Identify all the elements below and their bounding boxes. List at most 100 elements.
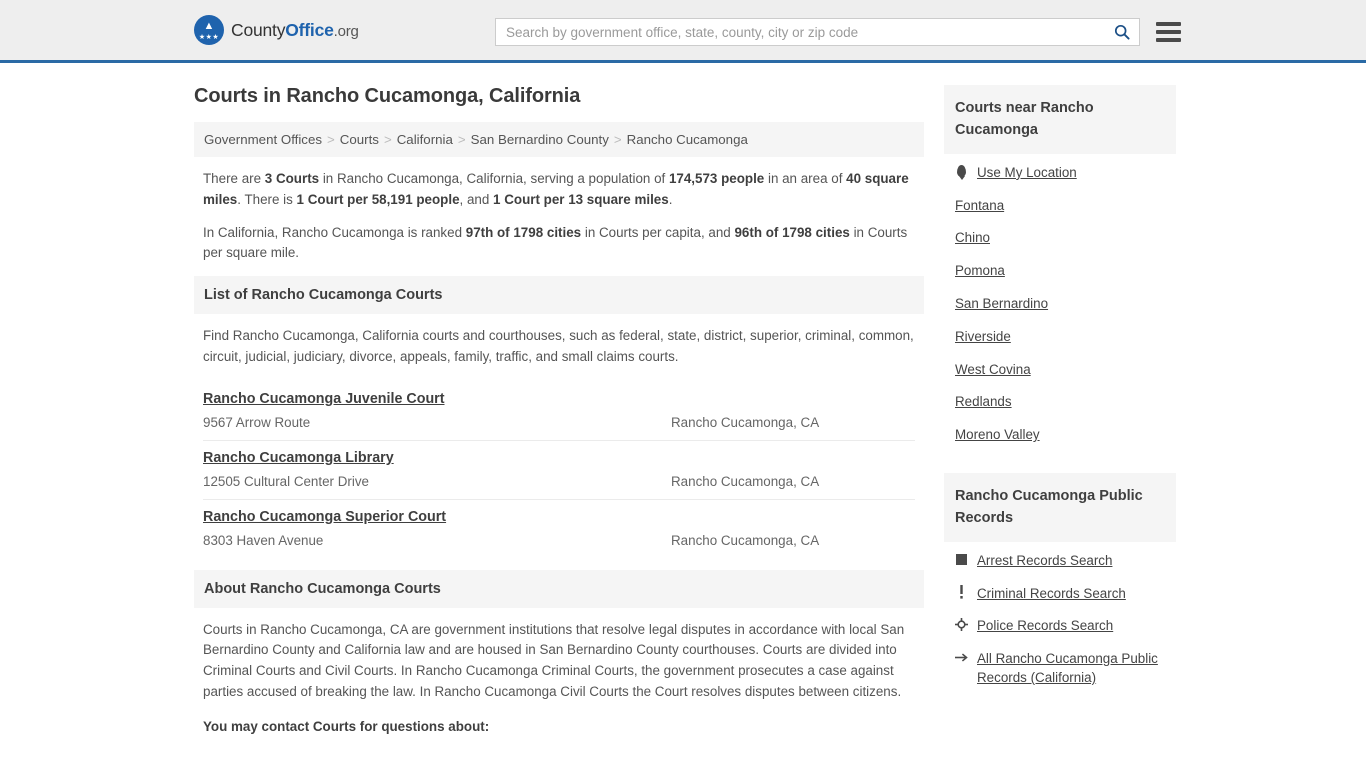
court-name-link[interactable]: Rancho Cucamonga Library [203, 450, 394, 466]
map-pin-icon [955, 164, 968, 179]
breadcrumb-item[interactable]: Rancho Cucamonga [627, 132, 748, 147]
hamburger-menu-icon[interactable] [1156, 22, 1181, 42]
court-city: Rancho Cucamonga, CA [671, 473, 820, 489]
logo-county: County [231, 19, 286, 40]
sidebar-link[interactable]: Criminal Records Search [977, 585, 1126, 604]
nearby-links: Use My Location Fontana Chino Pomona San Ber… [944, 154, 1176, 445]
sidebar-link-row: Riverside [955, 328, 1165, 347]
sidebar-link-row: Redlands [955, 393, 1165, 412]
stat-text: in Rancho Cucamonga, California, serving… [319, 171, 669, 186]
main-content: Courts in Rancho Cucamonga, California G… [194, 85, 924, 751]
stat-value: 97th of 1798 cities [465, 224, 582, 240]
about-section-heading: About Rancho Cucamonga Courts [194, 569, 924, 608]
breadcrumb-separator: > [327, 132, 335, 147]
sidebar-link-row: All Rancho Cucamonga Public Records (Cal… [955, 650, 1165, 688]
logo-text: CountyOffice.org [231, 20, 359, 41]
court-row: Rancho Cucamonga Juvenile Court 9567 Arro… [203, 382, 915, 441]
breadcrumb-separator: > [613, 132, 622, 147]
intro-paragraph-2: In California, Rancho Cucamonga is ranke… [203, 223, 915, 265]
breadcrumb-item[interactable]: Courts [340, 132, 379, 147]
sidebar-link-row: Chino [955, 229, 1165, 248]
court-city: Rancho Cucamonga, CA [671, 414, 820, 430]
logo-office: Office [285, 19, 334, 40]
sidebar-link-row: Criminal Records Search [955, 585, 1165, 604]
about-next-paragraph-clipped: You may contact Courts for questions abo… [203, 718, 490, 734]
exclamation-icon [955, 585, 968, 600]
logo-org: .org [333, 22, 359, 40]
intro-stats: There are 3 Courts in Rancho Cucamonga, … [194, 157, 924, 264]
court-meta: 9567 Arrow Route Rancho Cucamonga, CA [203, 415, 915, 430]
sidebar-link-row: Pomona [955, 262, 1165, 281]
court-address: 9567 Arrow Route [203, 414, 311, 430]
stat-text: . [668, 191, 673, 207]
intro-paragraph-1: There are 3 Courts in Rancho Cucamonga, … [203, 169, 915, 211]
sidebar-link-row: Fontana [955, 197, 1165, 216]
page-body: Courts in Rancho Cucamonga, California G… [0, 63, 1366, 751]
search-input[interactable] [504, 23, 1113, 41]
stat-value: 96th of 1798 cities [734, 224, 850, 240]
eagle-seal-icon: ▲ ★★★ [194, 15, 224, 45]
nearby-heading: Courts near Rancho Cucamonga [944, 85, 1176, 154]
list-section-description: Find Rancho Cucamonga, California courts… [203, 328, 914, 364]
page-title: Courts in Rancho Cucamonga, California [194, 85, 581, 107]
breadcrumb-separator: > [383, 132, 392, 147]
sidebar-link[interactable]: San Bernardino [955, 295, 1048, 314]
sidebar-link-row: San Bernardino [955, 295, 1165, 314]
sidebar-link[interactable]: Redlands [955, 393, 1012, 412]
sidebar-link-row: Use My Location [955, 164, 1165, 183]
sidebar-link[interactable]: Riverside [955, 328, 1011, 347]
sidebar-link[interactable]: Chino [955, 229, 990, 248]
stat-text: in Courts per capita, and [581, 224, 735, 240]
stat-text: There are [203, 171, 265, 186]
court-name-link[interactable]: Rancho Cucamonga Superior Court [203, 509, 446, 525]
breadcrumb-item[interactable]: San Bernardino County [471, 132, 609, 147]
court-row: Rancho Cucamonga Superior Court 8303 Have… [203, 500, 915, 558]
sidebar-link[interactable]: Use My Location [977, 164, 1077, 183]
sidebar-link-row: Moreno Valley [955, 426, 1165, 445]
about-paragraph: Courts in Rancho Cucamonga, CA are gover… [203, 621, 905, 699]
list-section-heading: List of Rancho Cucamonga Courts [194, 276, 924, 315]
breadcrumb-separator: > [457, 132, 466, 147]
stat-text: , and [459, 191, 494, 207]
square-icon [955, 552, 968, 567]
site-logo[interactable]: ▲ ★★★ CountyOffice.org [194, 15, 359, 45]
court-address: 12505 Cultural Center Drive [203, 473, 369, 489]
search-icon[interactable] [1113, 23, 1131, 41]
list-section-description-wrap: Find Rancho Cucamonga, California courts… [194, 314, 924, 368]
stat-value: 1 Court per 13 square miles [493, 191, 669, 207]
stat-text: In California, Rancho Cucamonga is ranke… [203, 224, 466, 240]
sidebar-link-row: West Covina [955, 361, 1165, 380]
search-box[interactable] [495, 18, 1140, 46]
public-records-heading: Rancho Cucamonga Public Records [944, 472, 1176, 542]
sidebar-link[interactable]: All Rancho Cucamonga Public Records (Cal… [977, 650, 1165, 688]
sidebar-link-row: Arrest Records Search [955, 552, 1165, 571]
court-row: Rancho Cucamonga Library 12505 Cultural C… [203, 441, 915, 500]
breadcrumb-item[interactable]: California [397, 132, 453, 147]
public-records-links: Arrest Records Search Criminal Records Se… [944, 542, 1176, 688]
sidebar-link[interactable]: Pomona [955, 262, 1005, 281]
crosshair-icon [955, 617, 968, 632]
court-meta: 12505 Cultural Center Drive Rancho Cucamo… [203, 474, 915, 489]
court-meta: 8303 Haven Avenue Rancho Cucamonga, CA [203, 533, 915, 548]
arrow-right-icon [955, 650, 968, 665]
sidebar-link[interactable]: Arrest Records Search [977, 552, 1112, 571]
stat-text: . There is [237, 191, 297, 207]
sidebar-link[interactable]: Police Records Search [977, 617, 1113, 636]
court-list: Rancho Cucamonga Juvenile Court 9567 Arro… [194, 382, 924, 558]
sidebar-link-row: Police Records Search [955, 617, 1165, 636]
stat-text: in an area of [764, 171, 847, 186]
search-area [495, 18, 1181, 46]
court-address: 8303 Haven Avenue [203, 532, 324, 548]
about-section-body: Courts in Rancho Cucamonga, CA are gover… [194, 608, 924, 738]
court-name-link[interactable]: Rancho Cucamonga Juvenile Court [203, 391, 445, 407]
stat-value: 174,573 people [668, 171, 765, 186]
sidebar-link[interactable]: Fontana [955, 197, 1004, 216]
site-header: ▲ ★★★ CountyOffice.org [0, 0, 1366, 63]
breadcrumb: Government Offices > Courts > California > San… [194, 122, 924, 157]
stat-value: 1 Court per 58,191 people [296, 191, 460, 207]
court-city: Rancho Cucamonga, CA [671, 532, 820, 548]
sidebar-link[interactable]: Moreno Valley [955, 426, 1040, 445]
sidebar-link[interactable]: West Covina [955, 361, 1031, 380]
sidebar: Courts near Rancho Cucamonga Use My Loca… [944, 85, 1176, 751]
breadcrumb-item[interactable]: Government Offices [204, 132, 322, 147]
